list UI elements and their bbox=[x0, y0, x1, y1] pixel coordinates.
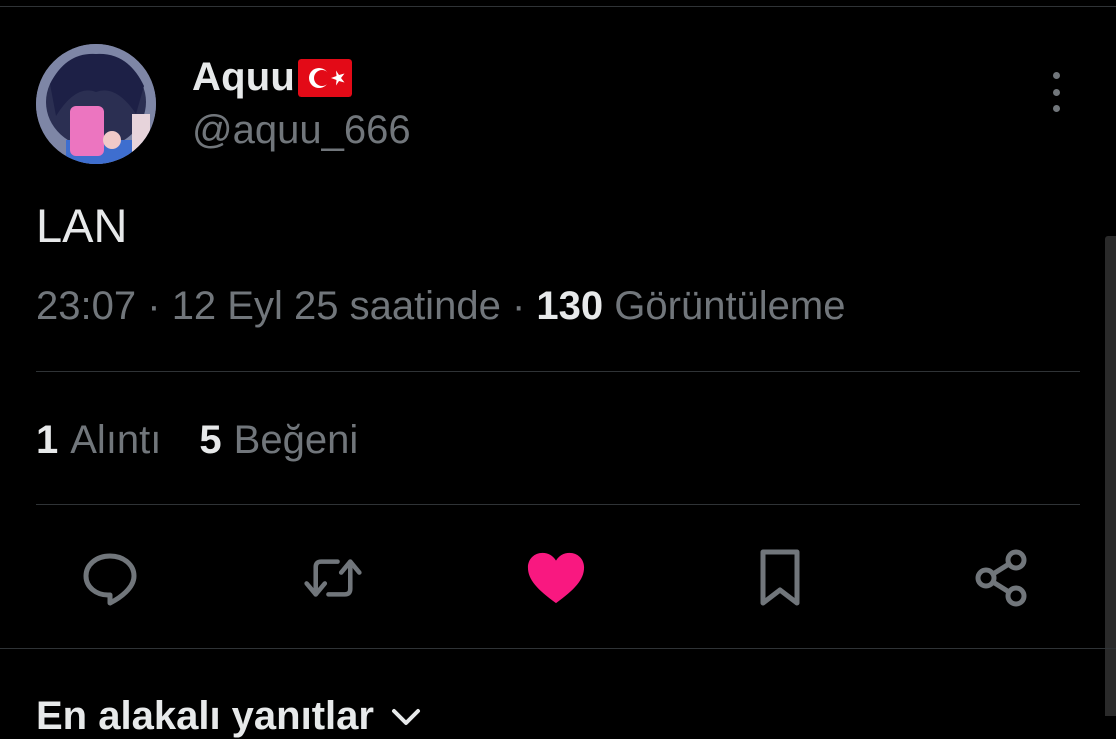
bookmark-button[interactable] bbox=[750, 548, 810, 608]
quotes-count: 1 bbox=[36, 418, 59, 462]
meta-separator: · bbox=[511, 284, 526, 328]
bookmark-icon bbox=[760, 549, 800, 606]
reply-button[interactable] bbox=[80, 548, 140, 608]
reply-icon bbox=[83, 553, 137, 606]
likes-stat[interactable]: 5 Beğeni bbox=[199, 418, 358, 463]
replies-sort-button[interactable]: En alakalı yanıtlar bbox=[36, 694, 422, 739]
avatar[interactable] bbox=[36, 44, 156, 164]
author-handle[interactable]: @aquu_666 bbox=[192, 108, 411, 153]
scrollbar[interactable] bbox=[1105, 236, 1116, 716]
divider bbox=[36, 504, 1080, 505]
views-count: 130 bbox=[536, 284, 604, 328]
retweet-button[interactable] bbox=[303, 548, 363, 608]
engagement-stats: 1 Alıntı 5 Beğeni bbox=[36, 418, 358, 463]
like-button[interactable] bbox=[526, 548, 586, 608]
retweet-icon bbox=[304, 559, 362, 597]
replies-header-label: En alakalı yanıtlar bbox=[36, 694, 374, 738]
tweet-meta: 23:07 · 12 Eyl 25 saatinde · 130 Görüntü… bbox=[36, 284, 846, 329]
tweet-date[interactable]: 12 Eyl 25 saatinde bbox=[172, 284, 501, 328]
views-label: Görüntüleme bbox=[614, 284, 846, 328]
turkey-flag-icon bbox=[298, 59, 352, 97]
divider bbox=[0, 648, 1116, 649]
chevron-down-icon bbox=[391, 708, 420, 725]
top-divider bbox=[0, 6, 1116, 7]
share-icon bbox=[975, 549, 1027, 607]
more-options-icon[interactable] bbox=[1044, 72, 1068, 112]
quotes-label: Alıntı bbox=[70, 418, 162, 462]
display-name[interactable]: Aquu bbox=[192, 55, 295, 100]
share-button[interactable] bbox=[972, 548, 1032, 608]
likes-label: Beğeni bbox=[233, 418, 359, 462]
tweet-time[interactable]: 23:07 bbox=[36, 284, 136, 328]
meta-separator: · bbox=[147, 284, 161, 328]
likes-count: 5 bbox=[199, 418, 222, 462]
divider bbox=[36, 371, 1080, 372]
action-bar bbox=[0, 548, 1116, 608]
author-name-row[interactable]: Aquu bbox=[192, 52, 352, 102]
like-icon bbox=[527, 552, 585, 604]
tweet-text: LAN bbox=[36, 199, 128, 252]
quotes-stat[interactable]: 1 Alıntı bbox=[36, 418, 161, 463]
